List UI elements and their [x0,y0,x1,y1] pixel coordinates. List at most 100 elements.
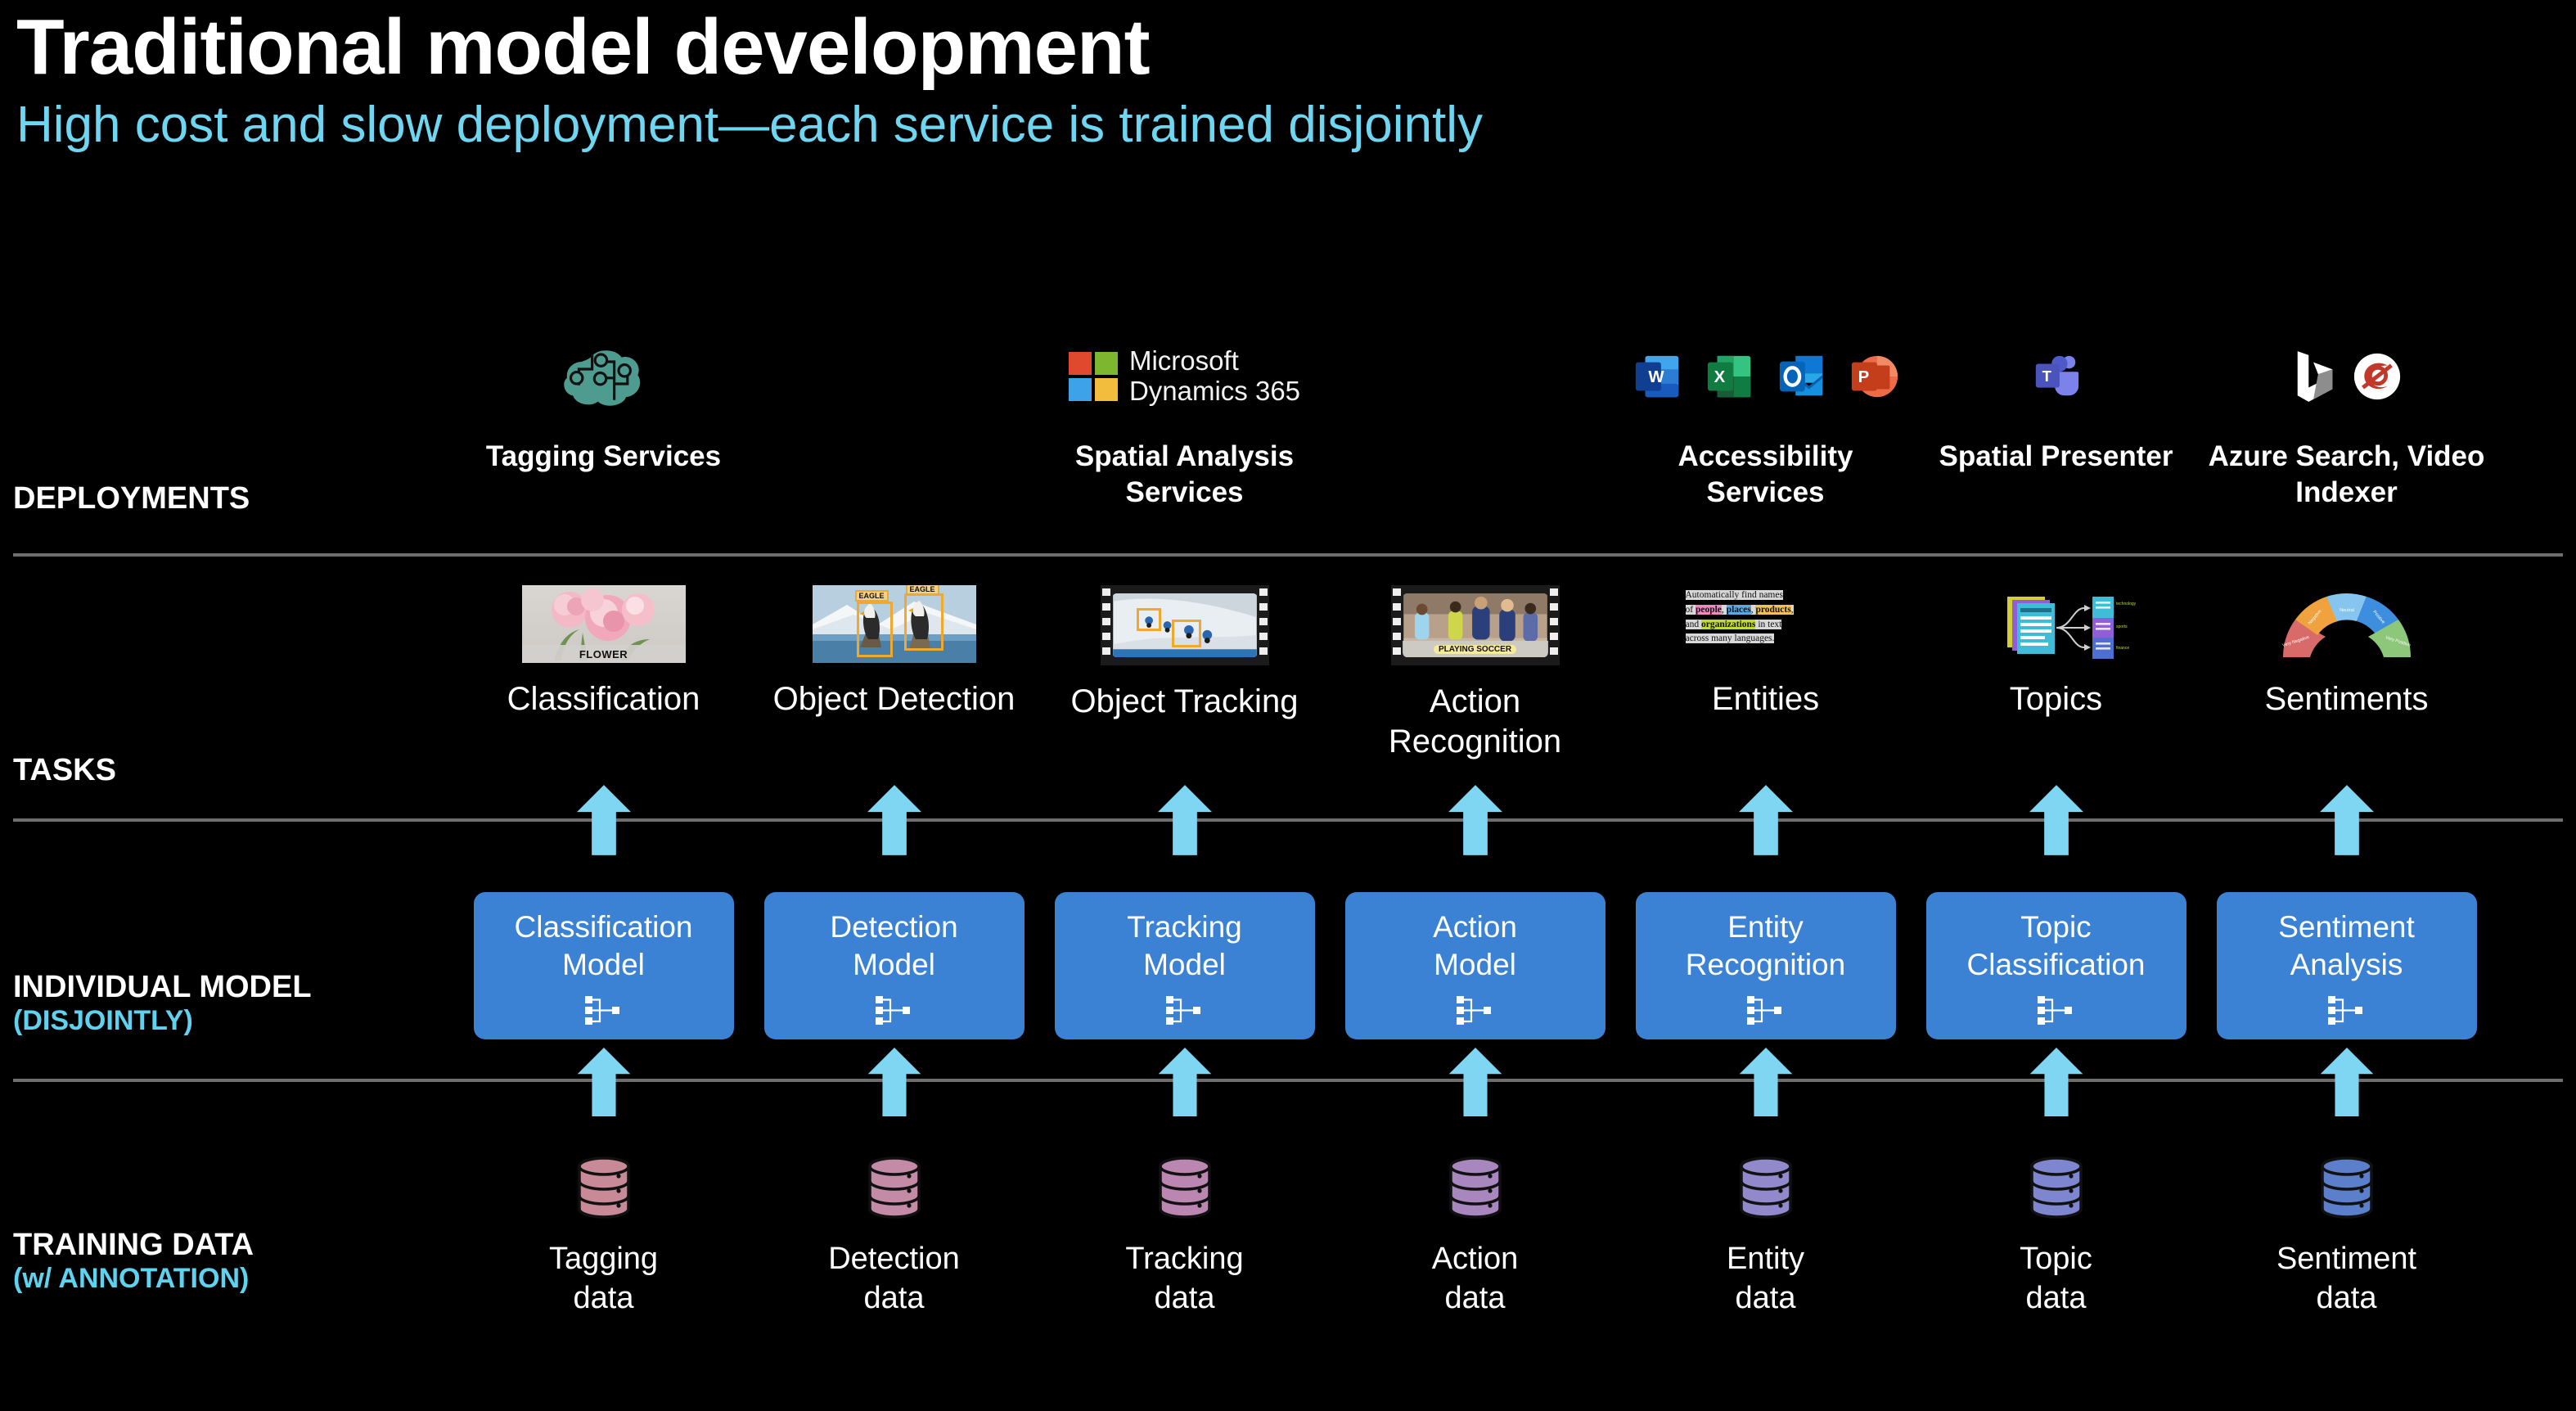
model-box[interactable]: Action Model [1344,892,1605,1039]
network-hierarchy-icon [1746,995,1781,1025]
database-icon [2029,1156,2083,1219]
deployment-label: Tagging Services [485,440,722,472]
model-entity-recognition[interactable]: Entity Recognition [1620,892,1911,1039]
up-arrow-icon [1157,785,1212,855]
model-label: Classification Model [514,910,693,982]
training-data-label: Action data [1431,1242,1519,1315]
model-classification[interactable]: Classification Model [458,892,749,1039]
arrow-cell [1620,1048,1911,1116]
flower-classification-thumbnail: FLOWER [521,585,686,663]
database-icon [577,1156,630,1219]
training-data-detection[interactable]: Detection data [749,1150,1039,1318]
model-label: Topic Classification [1966,910,2146,982]
row-label-tasks-line1: TASKS [13,753,116,787]
models-row: Classification Model Detection Model Tra… [458,892,2553,1039]
up-arrow-icon [1738,785,1793,855]
training-data-label: Tracking data [1125,1242,1244,1315]
svg-text:W: W [1648,368,1664,386]
row-label-training-line2: (w/ ANNOTATION) [13,1262,250,1294]
row-label-models: INDIVIDUAL MODEL (DISJOINTLY) [13,970,312,1036]
entity-places: places [1726,604,1751,615]
bing-icon [2297,351,2332,402]
arrow-cell [2201,1048,2492,1116]
arrow-cell [458,784,749,856]
powerpoint-icon: P [1851,355,1898,398]
office-apps-icon-group: W X P [1633,327,1899,426]
training-data-label: Topic data [2020,1242,2092,1315]
diagram-board: DEPLOYMENTS TASKS INDIVIDUAL MODEL (DISJ… [0,0,2576,1411]
tagging-services-icon-group [560,327,648,426]
network-hierarchy-icon [584,995,619,1025]
network-hierarchy-icon [875,995,910,1025]
model-box[interactable]: Tracking Model [1054,892,1315,1039]
cyclist-tracking-film-thumbnail [1100,585,1269,665]
training-data-topic[interactable]: Topic data [1911,1150,2201,1318]
microsoft-teams-icon: T [2035,355,2078,396]
up-arrow-icon [867,785,921,855]
excel-icon: X [1707,355,1750,398]
azure-search-icon-group [2291,327,2403,426]
deployment-spacer-1 [749,327,1039,548]
deployment-spatial-presenter[interactable]: T Spatial Presenter [1911,327,2201,548]
model-box[interactable]: Detection Model [763,892,1025,1039]
model-box[interactable]: Topic Classification [1925,892,2186,1039]
deployment-tagging-services[interactable]: Tagging Services [458,327,749,548]
model-detection[interactable]: Detection Model [749,892,1039,1039]
arrow-cell [2201,784,2492,856]
detection-box-label-2: EAGLE [905,585,939,595]
row-label-models-line1: INDIVIDUAL MODEL [13,970,312,1004]
training-data-entity[interactable]: Entity data [1620,1150,1911,1318]
deployment-label: Spatial Analysis Services [1074,440,1295,508]
training-data-tagging[interactable]: Tagging data [458,1150,749,1318]
up-arrow-icon [1739,1048,1792,1116]
topic-documents-thumbnail: technology sports finance [1974,585,2138,663]
svg-text:X: X [1714,368,1725,386]
training-data-sentiment[interactable]: Sentiment data [2201,1150,2492,1318]
up-arrow-icon [576,785,631,855]
dynamics365-wordmark: Microsoft Dynamics 365 [1128,345,1301,406]
training-data-label: Detection data [828,1242,960,1315]
model-box[interactable]: Sentiment Analysis [2216,892,2477,1039]
arrow-cell [1911,784,2201,856]
network-hierarchy-icon [1456,995,1491,1025]
entity-products: products [1755,604,1791,615]
sentiment-gauge-thumbnail: Very Negative Negative Neutral Positive … [2264,585,2429,663]
training-data-tracking[interactable]: Tracking data [1039,1150,1330,1318]
database-icon [1448,1156,1502,1219]
network-hierarchy-icon [2327,995,2362,1025]
model-box[interactable]: Entity Recognition [1635,892,1896,1039]
deployment-azure-search-video-indexer[interactable]: Azure Search, Video Indexer [2201,327,2492,548]
deployment-accessibility-services[interactable]: W X P Accessibility Services [1620,327,1911,548]
model-label: Tracking Model [1127,910,1242,982]
model-topic-classification[interactable]: Topic Classification [1911,892,2201,1039]
database-icon [2320,1156,2373,1219]
model-tracking[interactable]: Tracking Model [1039,892,1330,1039]
svg-text:sports: sports [2116,624,2128,629]
entity-line-2-pre: of [1685,604,1696,615]
entity-line-4: across many languages. [1685,633,1775,644]
microsoft-squares-icon [1068,352,1118,401]
arrow-cell [1330,784,1620,856]
entity-highlight-text-thumbnail: Automatically find names of people, plac… [1683,585,1848,663]
task-label: Topics [2009,681,2103,717]
model-label: Detection Model [830,910,958,982]
database-icon [1158,1156,1211,1219]
model-action[interactable]: Action Model [1330,892,1620,1039]
word-icon: W [1635,355,1678,398]
model-sentiment-analysis[interactable]: Sentiment Analysis [2201,892,2492,1039]
training-data-action[interactable]: Action data [1330,1150,1620,1318]
deployment-label: Spatial Presenter [1939,440,2173,472]
teams-icon-group: T [2031,327,2082,426]
divider-deployments [13,553,2563,557]
svg-text:T: T [2042,367,2051,385]
deployment-spatial-analysis-services[interactable]: Microsoft Dynamics 365 Spatial Analysis … [1039,327,1330,548]
model-box[interactable]: Classification Model [473,892,734,1039]
training-data-label: Sentiment data [2276,1242,2417,1315]
row-label-models-line2: (DISJOINTLY) [13,1004,193,1036]
arrow-cell [1911,1048,2201,1116]
svg-text:finance: finance [2116,646,2129,651]
topic-split-diagram-icon: technology sports finance [2006,597,2136,659]
outlook-icon [1779,355,1822,396]
microsoft-dynamics-365-logo: Microsoft Dynamics 365 [1068,345,1301,407]
thumbnail-caption: FLOWER [579,647,628,660]
